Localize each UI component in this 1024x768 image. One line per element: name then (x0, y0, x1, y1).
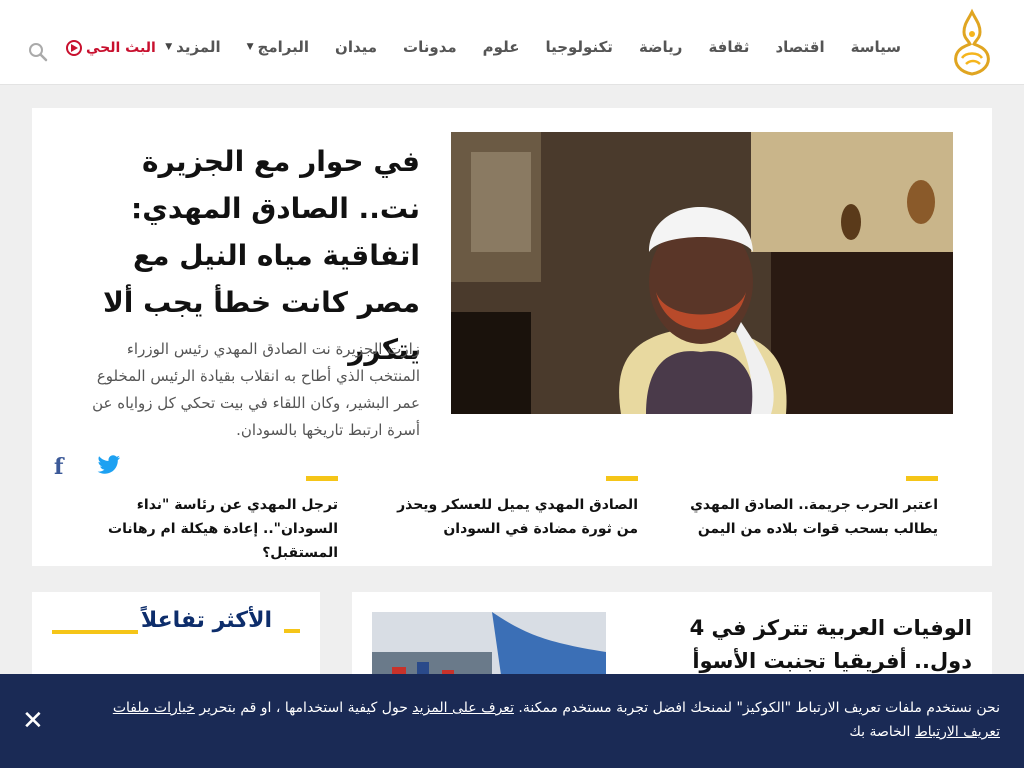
related-story-title: الصادق المهدي يميل للعسكر ويحذر من ثورة … (397, 497, 638, 537)
nav-item-sport[interactable]: رياضة (626, 38, 696, 56)
cookie-text: حول كيفية استخدامها ، او قم بتحرير (199, 700, 408, 716)
cookie-text: نحن نستخدم ملفات تعريف الارتباط "الكوكيز… (518, 700, 1000, 716)
chevron-down-icon: ▼ (165, 42, 173, 52)
hero-summary: زارت الجزيرة نت الصادق المهدي رئيس الوزر… (92, 340, 420, 439)
learn-more-link[interactable]: تعرف على المزيد (412, 700, 514, 716)
related-stories: اعتبر الحرب جريمة.. الصادق المهدي يطالب … (88, 476, 938, 565)
most-interacted-header: الأكثر تفاعلاً (141, 608, 300, 633)
accent-bar (284, 628, 300, 633)
related-story[interactable]: الصادق المهدي يميل للعسكر ويحذر من ثورة … (388, 476, 638, 565)
accent-bar (906, 476, 938, 481)
nav-item-politics[interactable]: سياسة (838, 38, 914, 56)
accent-underline (52, 630, 138, 634)
cookie-text: الخاصة بك (849, 724, 911, 740)
hero-image[interactable] (451, 132, 953, 414)
related-story[interactable]: ترجل المهدي عن رئاسة "نداء السودان".. إع… (88, 476, 338, 565)
section-title: الأكثر تفاعلاً (140, 608, 272, 633)
chevron-down-icon: ▼ (246, 42, 254, 52)
aljazeera-logo-icon[interactable] (950, 8, 994, 78)
related-story-title: اعتبر الحرب جريمة.. الصادق المهدي يطالب … (690, 497, 938, 537)
search-icon[interactable] (28, 42, 48, 62)
close-icon[interactable]: ✕ (22, 708, 44, 734)
accent-bar (306, 476, 338, 481)
nav-item-programs[interactable]: البرامج ▼ (234, 38, 322, 56)
site-header: سياسة اقتصاد ثقافة رياضة تكنولوجيا علوم … (0, 0, 1024, 85)
nav-item-midan[interactable]: ميدان (322, 38, 390, 56)
related-story-title: ترجل المهدي عن رئاسة "نداء السودان".. إع… (108, 497, 338, 561)
nav-item-blogs[interactable]: مدونات (390, 38, 470, 56)
play-circle-icon (66, 40, 82, 56)
nav-item-economy[interactable]: اقتصاد (762, 38, 837, 56)
hero-story-card: في حوار مع الجزيرة نت.. الصادق المهدي: ا… (32, 108, 992, 566)
facebook-icon[interactable]: f (54, 454, 63, 480)
nav-item-culture[interactable]: ثقافة (695, 38, 762, 56)
nav-item-science[interactable]: علوم (470, 38, 533, 56)
cookie-message: نحن نستخدم ملفات تعريف الارتباط "الكوكيز… (80, 696, 1000, 744)
cookie-banner: نحن نستخدم ملفات تعريف الارتباط "الكوكيز… (0, 674, 1024, 768)
nav-item-more[interactable]: المزيد ▼ (152, 38, 233, 56)
related-story[interactable]: اعتبر الحرب جريمة.. الصادق المهدي يطالب … (688, 476, 938, 565)
live-label: البث الحي (86, 40, 156, 56)
nav-item-technology[interactable]: تكنولوجيا (532, 38, 626, 56)
accent-bar (606, 476, 638, 481)
live-stream-link[interactable]: البث الحي (66, 40, 156, 56)
main-nav: سياسة اقتصاد ثقافة رياضة تكنولوجيا علوم … (152, 38, 914, 56)
